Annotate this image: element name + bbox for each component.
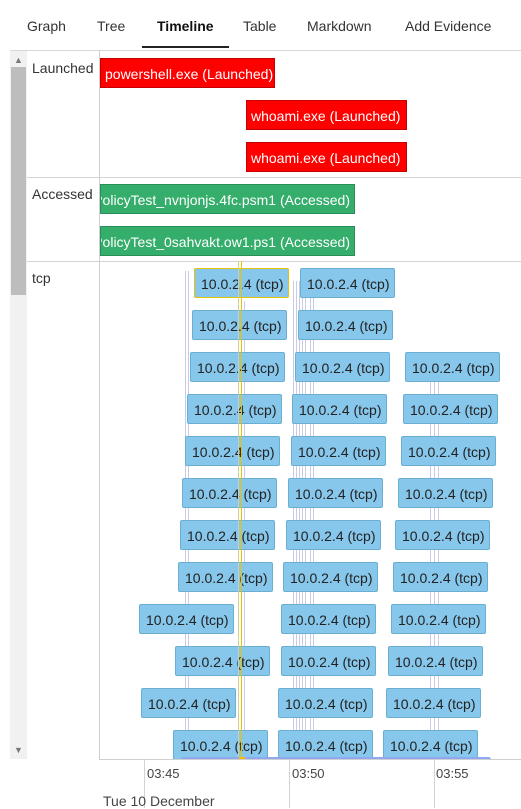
accessed-item-psm1[interactable]: __PSScriptPolicyTest_nvnjonjs.4fc.psm1 (…: [100, 184, 355, 214]
tcp-item[interactable]: 10.0.2.4 (tcp): [403, 394, 498, 424]
launched-item-whoami[interactable]: whoami.exe (Launched): [246, 142, 407, 172]
axis-tick-label: 03:45: [147, 766, 180, 781]
vertical-scrollbar[interactable]: ▲ ▼: [10, 51, 28, 759]
tcp-item[interactable]: 10.0.2.4 (tcp): [298, 310, 393, 340]
tab-bar: Graph Tree Timeline Table Markdown Add E…: [0, 0, 521, 48]
tcp-item[interactable]: 10.0.2.4 (tcp): [281, 646, 376, 676]
time-axis: 03:45 03:50 03:55 Tue 10 December: [99, 759, 521, 809]
tcp-item[interactable]: 10.0.2.4 (tcp): [182, 478, 277, 508]
timeline-panel: ▲ ▼ Launched Accessed tcp powershell.exe…: [10, 50, 521, 809]
tcp-item[interactable]: 10.0.2.4 (tcp): [178, 562, 273, 592]
tab-add-evidence[interactable]: Add Evidence: [405, 0, 491, 46]
tcp-item[interactable]: 10.0.2.4 (tcp): [291, 436, 386, 466]
tcp-item[interactable]: 10.0.2.4 (tcp): [180, 520, 275, 550]
tcp-item[interactable]: 10.0.2.4 (tcp): [292, 394, 387, 424]
tab-tree[interactable]: Tree: [97, 0, 125, 46]
tcp-item[interactable]: 10.0.2.4 (tcp): [173, 730, 268, 760]
group-divider: [27, 177, 521, 178]
group-label-launched: Launched: [32, 60, 94, 76]
tcp-item[interactable]: 10.0.2.4 (tcp): [185, 436, 280, 466]
connection-line: [188, 271, 189, 759]
tcp-item[interactable]: 10.0.2.4 (tcp): [393, 562, 488, 592]
scroll-up-icon[interactable]: ▲: [10, 53, 27, 67]
group-labels-column: Launched Accessed tcp: [27, 51, 100, 809]
scrollbar-thumb[interactable]: [11, 67, 26, 295]
tab-markdown[interactable]: Markdown: [307, 0, 372, 46]
tcp-item[interactable]: 10.0.2.4 (tcp): [383, 730, 478, 760]
tcp-item[interactable]: 10.0.2.4 (tcp): [398, 478, 493, 508]
axis-tick-label: 03:50: [292, 766, 325, 781]
group-divider: [27, 261, 521, 262]
launched-item-whoami[interactable]: whoami.exe (Launched): [246, 100, 407, 130]
launched-item-powershell[interactable]: powershell.exe (Launched): [100, 58, 275, 88]
accessed-item-label: __PSScriptPolicyTest_0sahvakt.ow1.ps1 (A…: [101, 234, 350, 250]
accessed-item-ps1[interactable]: __PSScriptPolicyTest_0sahvakt.ow1.ps1 (A…: [100, 226, 355, 256]
current-time-line: [241, 261, 242, 759]
tcp-item[interactable]: 10.0.2.4 (tcp): [141, 688, 236, 718]
tcp-item[interactable]: 10.0.2.4 (tcp): [283, 562, 378, 592]
tcp-item[interactable]: 10.0.2.4 (tcp): [278, 688, 373, 718]
tcp-item[interactable]: 10.0.2.4 (tcp): [278, 730, 373, 760]
tcp-item[interactable]: 10.0.2.4 (tcp): [300, 268, 395, 298]
tcp-item[interactable]: 10.0.2.4 (tcp): [405, 352, 500, 382]
tcp-item[interactable]: 10.0.2.4 (tcp): [286, 520, 381, 550]
tcp-item[interactable]: 10.0.2.4 (tcp): [391, 604, 486, 634]
tcp-item[interactable]: 10.0.2.4 (tcp): [187, 394, 282, 424]
tcp-item[interactable]: 10.0.2.4 (tcp): [388, 646, 483, 676]
tcp-item[interactable]: 10.0.2.4 (tcp): [288, 478, 383, 508]
tab-timeline[interactable]: Timeline: [142, 0, 229, 48]
accessed-item-label: __PSScriptPolicyTest_nvnjonjs.4fc.psm1 (…: [101, 192, 350, 208]
tab-graph[interactable]: Graph: [27, 0, 66, 46]
tcp-item[interactable]: 10.0.2.4 (tcp): [139, 604, 234, 634]
group-label-accessed: Accessed: [32, 186, 93, 202]
axis-tick: [434, 760, 435, 808]
tcp-item[interactable]: 10.0.2.4 (tcp): [281, 604, 376, 634]
scroll-down-icon[interactable]: ▼: [10, 743, 27, 757]
tcp-item[interactable]: 10.0.2.4 (tcp): [386, 688, 481, 718]
tcp-item[interactable]: 10.0.2.4 (tcp): [192, 310, 287, 340]
tab-table[interactable]: Table: [243, 0, 276, 46]
current-time-line: [238, 261, 239, 759]
tcp-item[interactable]: 10.0.2.4 (tcp): [295, 352, 390, 382]
tcp-item[interactable]: 10.0.2.4 (tcp): [401, 436, 496, 466]
group-label-tcp: tcp: [32, 270, 51, 286]
connection-line: [185, 271, 186, 759]
axis-tick: [289, 760, 290, 808]
axis-tick-label: 03:55: [436, 766, 469, 781]
axis-date-label: Tue 10 December: [103, 793, 215, 809]
tcp-item[interactable]: 10.0.2.4 (tcp): [175, 646, 270, 676]
tcp-item[interactable]: 10.0.2.4 (tcp): [395, 520, 490, 550]
